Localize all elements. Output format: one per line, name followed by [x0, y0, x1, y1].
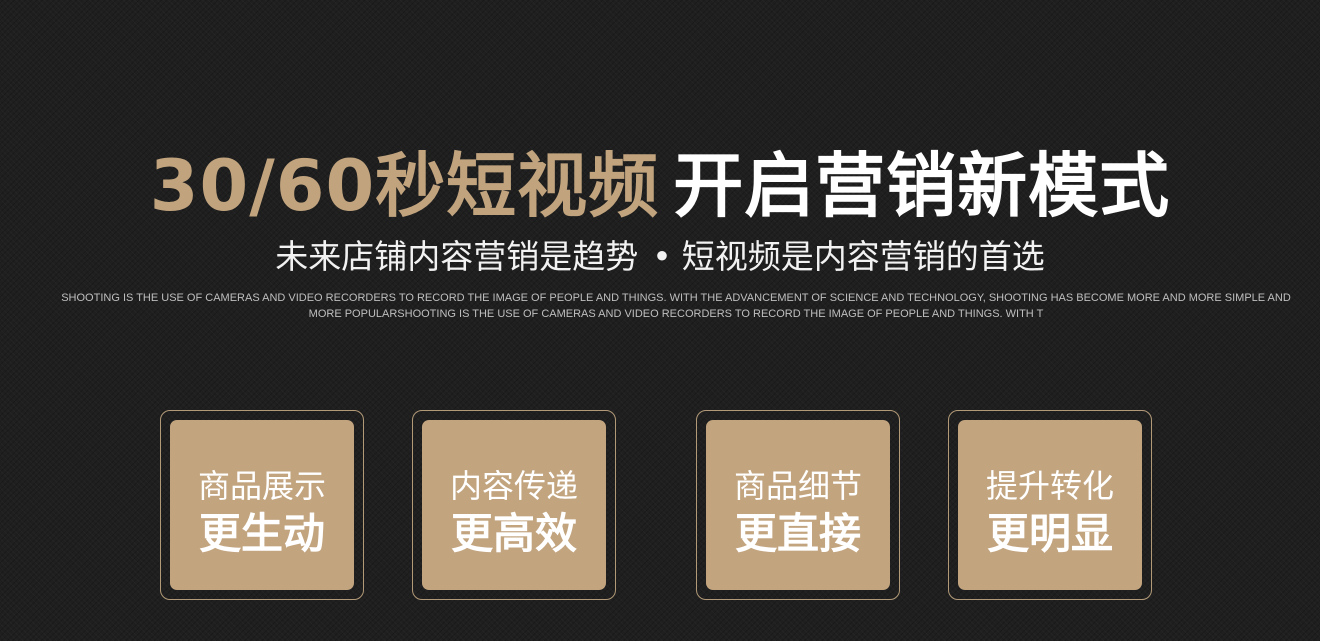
feature-card-3-line1: 商品细节	[733, 467, 862, 505]
headline-white-text: 开启营销新模式	[673, 145, 1171, 227]
headline-gold-text: 30/60秒短视频	[149, 145, 660, 227]
feature-card-1-panel: 商品展示 更生动	[170, 420, 354, 590]
feature-card-1-line1: 商品展示	[197, 467, 326, 505]
english-paragraph: SHOOTING IS THE USE OF CAMERAS AND VIDEO…	[61, 292, 1291, 320]
feature-card-4-line1: 提升转化	[985, 467, 1114, 505]
subtitle: 未来店铺内容营销是趋势 • 短视频是内容营销的首选	[0, 234, 1320, 280]
subtitle-right: 短视频是内容营销的首选	[681, 237, 1045, 276]
feature-card-4-line2: 更明显	[986, 509, 1113, 558]
feature-card-1: 商品展示 更生动	[160, 410, 364, 600]
feature-card-4-panel: 提升转化 更明显	[958, 420, 1142, 590]
feature-card-4: 提升转化 更明显	[948, 410, 1152, 600]
feature-card-2-panel: 内容传递 更高效	[422, 420, 606, 590]
page: { "headline": { "gold_text": "30/60秒短视频"…	[0, 0, 1320, 641]
subtitle-left: 未来店铺内容营销是趋势	[275, 237, 639, 276]
feature-card-3: 商品细节 更直接	[696, 410, 900, 600]
feature-card-2: 内容传递 更高效	[412, 410, 616, 600]
feature-card-3-panel: 商品细节 更直接	[706, 420, 890, 590]
feature-card-3-line2: 更直接	[734, 509, 861, 558]
feature-card-2-line2: 更高效	[450, 509, 577, 558]
feature-card-2-line1: 内容传递	[449, 467, 578, 505]
feature-card-1-line2: 更生动	[198, 509, 325, 558]
subtitle-dot: •	[652, 237, 672, 276]
headline: 30/60秒短视频 开启营销新模式	[0, 138, 1320, 234]
